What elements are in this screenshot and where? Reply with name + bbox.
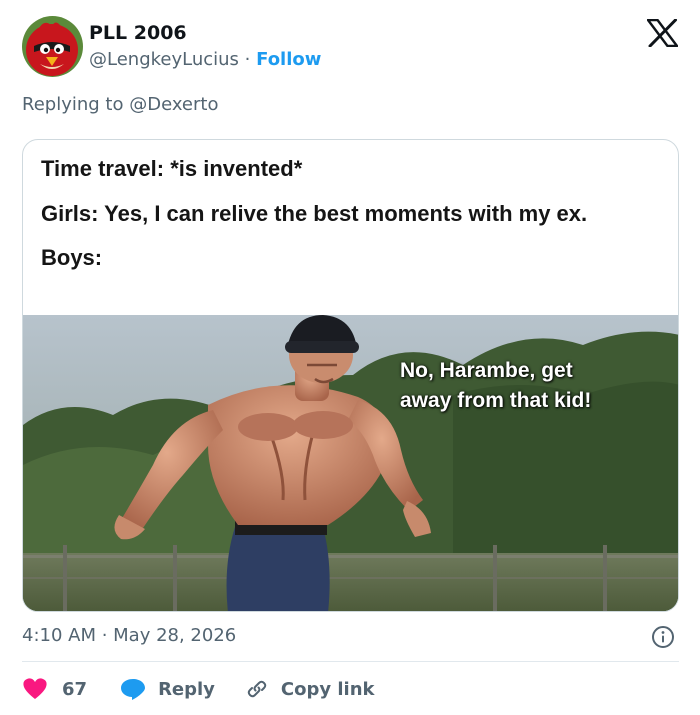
user-handle[interactable]: @LengkeyLucius [89,49,239,70]
replying-to: Replying to @Dexerto [22,94,218,115]
info-icon[interactable] [651,625,675,649]
action-bar: 67 Reply Copy link [22,672,375,706]
link-icon [245,677,269,701]
tweet-embed: PLL 2006 @LengkeyLucius · Follow Replyin… [0,0,700,715]
like-button[interactable]: 67 [22,677,87,701]
divider [22,661,679,662]
heart-icon [22,677,48,701]
tweet-timestamp[interactable]: 4:10 AM · May 28, 2026 [22,625,236,646]
meme-caption: No, Harambe, get away from that kid! [400,356,591,416]
caption-line-2: away from that kid! [400,389,592,412]
follow-button[interactable]: Follow [256,49,321,70]
copy-link-label: Copy link [280,678,375,700]
display-name[interactable]: PLL 2006 [89,22,187,44]
copy-link-button[interactable]: Copy link [245,677,375,701]
replying-mention[interactable]: @Dexerto [129,94,218,115]
caption-line-1: No, Harambe, get [400,359,573,382]
avatar[interactable] [22,16,83,77]
handle-row: @LengkeyLucius · Follow [89,49,321,70]
replying-prefix: Replying to [22,94,130,115]
speech-bubble-icon [120,677,146,701]
separator-dot: · [244,49,257,70]
meme-line-boys: Boys: [41,245,103,270]
reply-label: Reply [158,678,215,700]
meme-line-girls: Girls: Yes, I can relive the best moment… [41,201,588,226]
media-card[interactable]: Time travel: *is invented* Girls: Yes, I… [22,139,679,612]
reply-button[interactable]: Reply [120,677,215,701]
like-count: 67 [62,678,88,700]
x-logo-icon[interactable] [646,18,679,48]
meme-line-time-travel: Time travel: *is invented* [41,156,303,181]
